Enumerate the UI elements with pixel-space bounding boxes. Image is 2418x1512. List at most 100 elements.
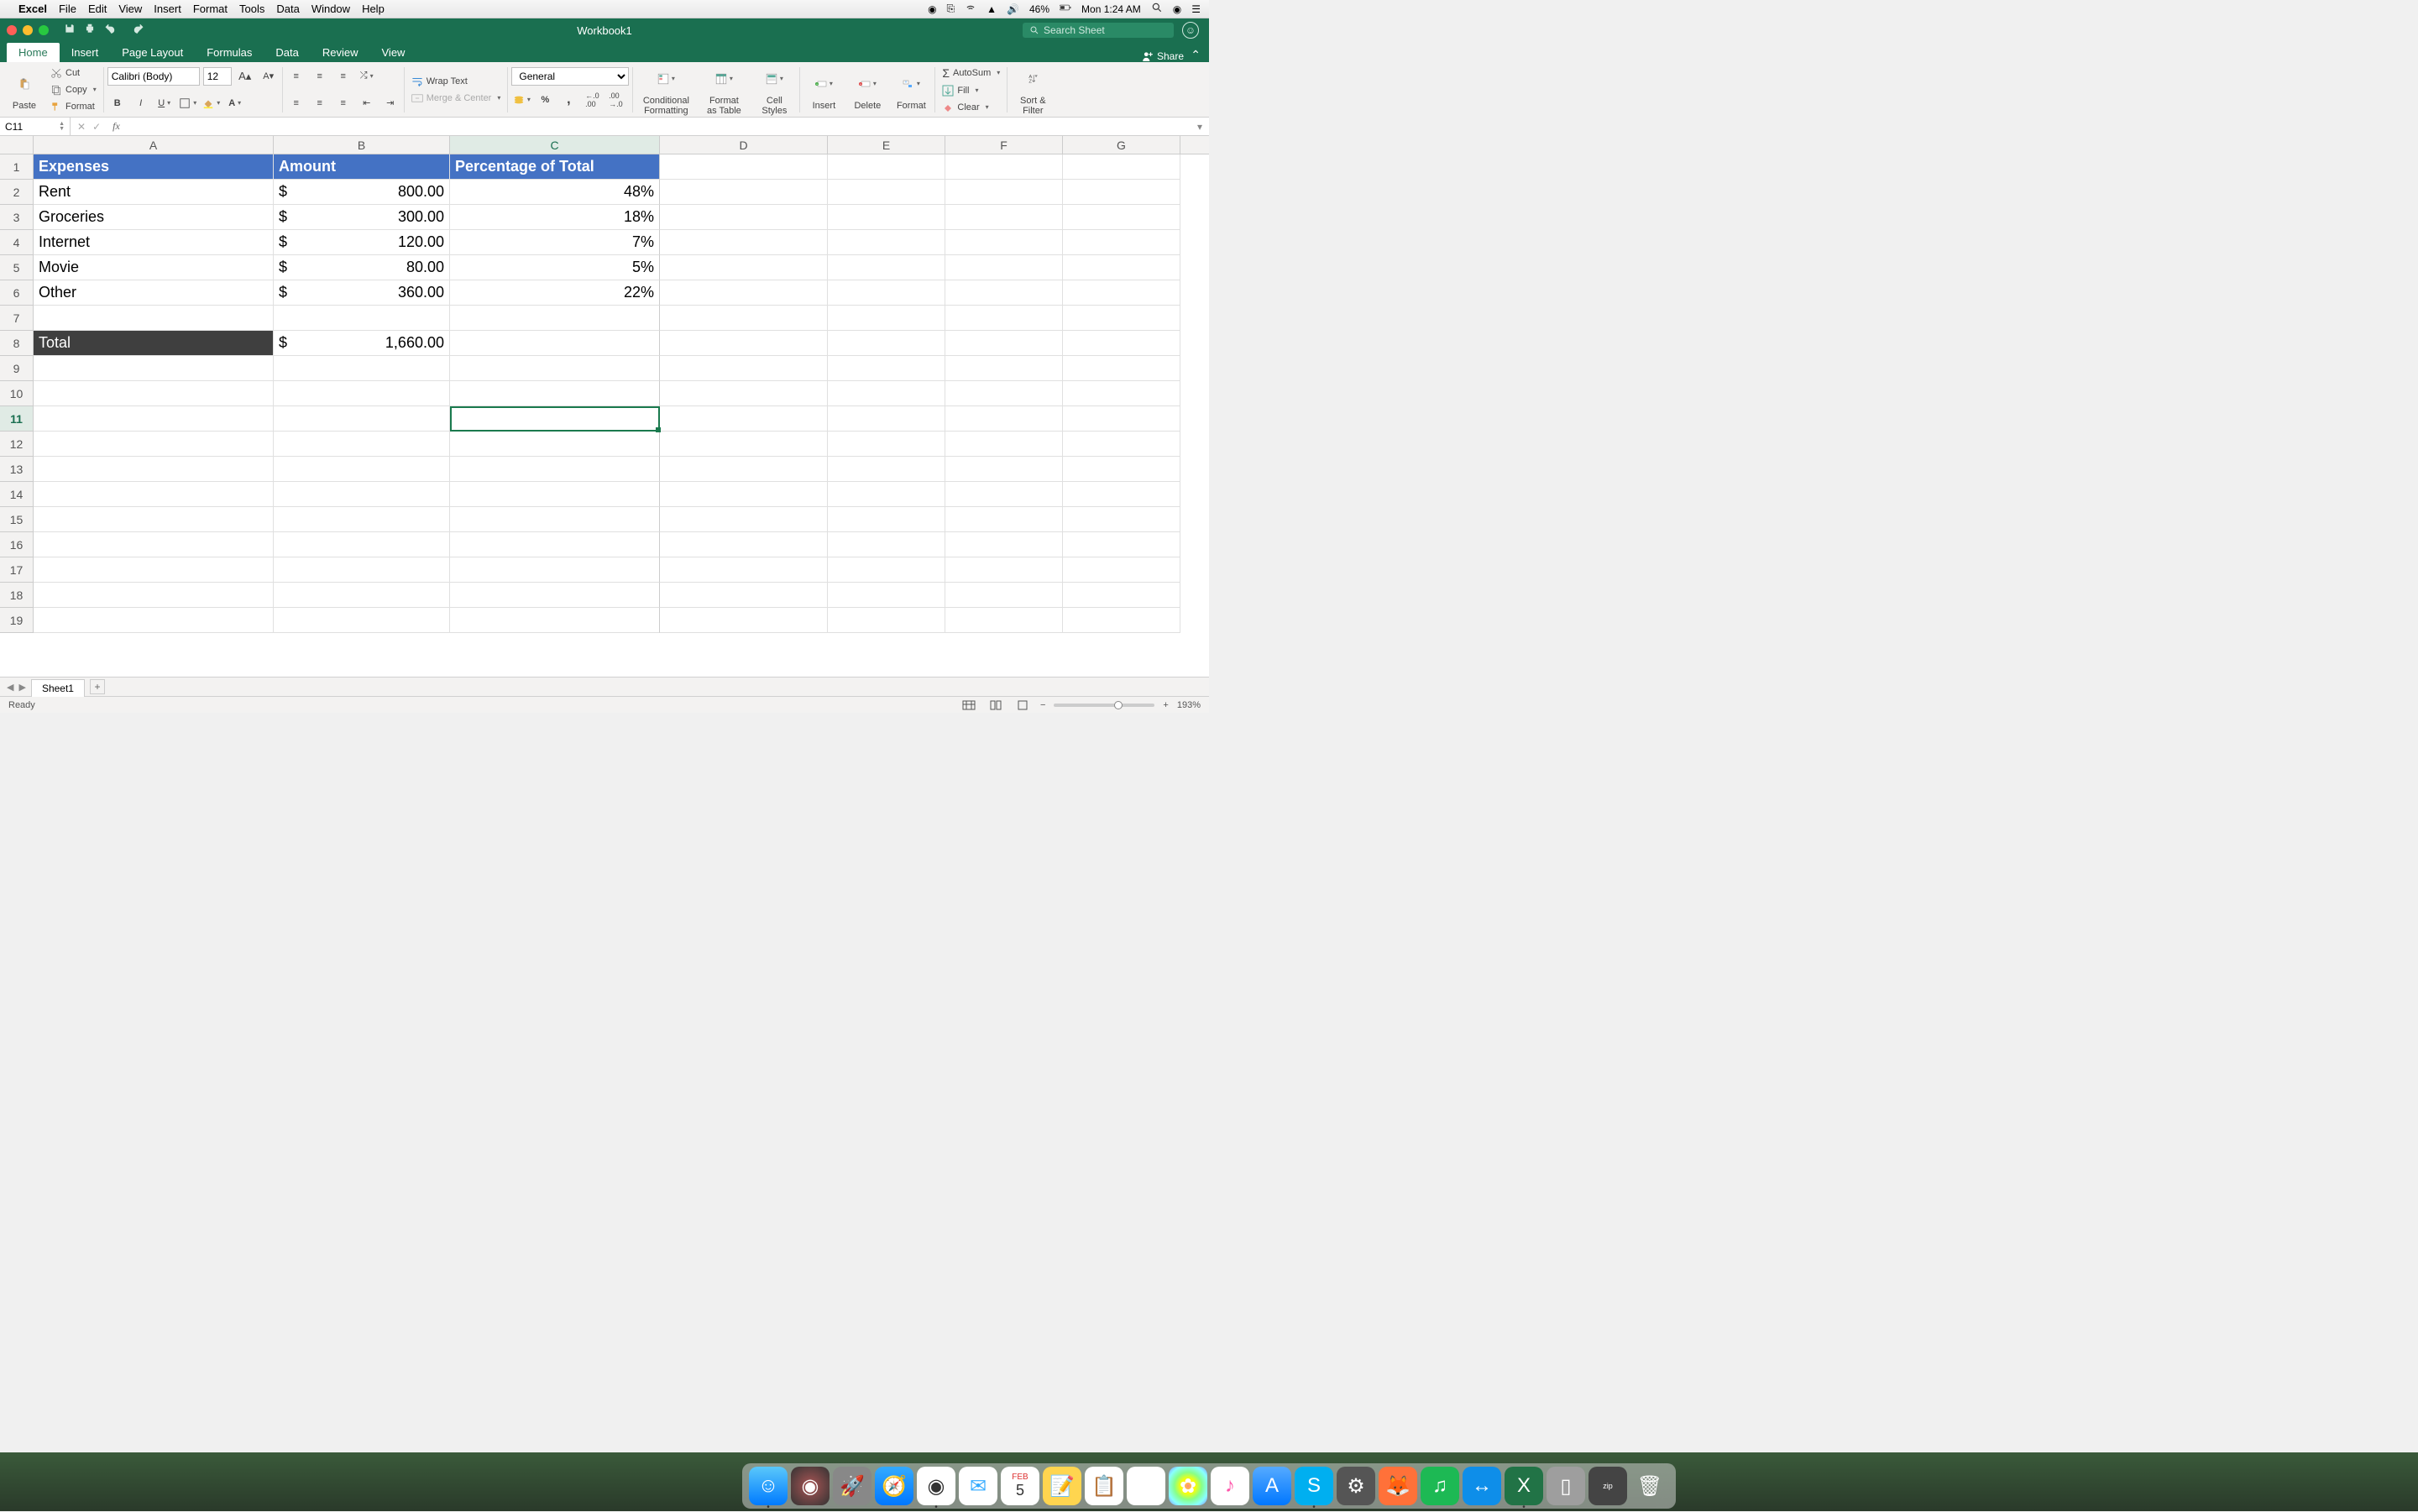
cell-C19[interactable] bbox=[450, 608, 660, 633]
cell-F8[interactable] bbox=[945, 331, 1063, 356]
currency-button[interactable] bbox=[511, 91, 531, 109]
dock-settings[interactable]: ⚙ bbox=[1337, 1467, 1375, 1505]
cell-B10[interactable] bbox=[274, 381, 450, 406]
cell-G12[interactable] bbox=[1063, 432, 1180, 457]
row-header-19[interactable]: 19 bbox=[0, 608, 34, 633]
clear-button[interactable]: Clear bbox=[939, 100, 1003, 115]
notification-icon[interactable]: ☰ bbox=[1191, 3, 1201, 15]
cell-D16[interactable] bbox=[660, 532, 828, 557]
dock-skype[interactable]: S bbox=[1295, 1467, 1333, 1505]
cell-F3[interactable] bbox=[945, 205, 1063, 230]
cell-E15[interactable] bbox=[828, 507, 945, 532]
sheet-nav-next[interactable]: ▶ bbox=[18, 682, 25, 693]
menu-tools[interactable]: Tools bbox=[239, 3, 264, 15]
row-header-5[interactable]: 5 bbox=[0, 255, 34, 280]
menu-view[interactable]: View bbox=[118, 3, 142, 15]
cell-D14[interactable] bbox=[660, 482, 828, 507]
cell-G4[interactable] bbox=[1063, 230, 1180, 255]
cell-F16[interactable] bbox=[945, 532, 1063, 557]
share-button[interactable]: Share bbox=[1142, 50, 1184, 62]
cell-A9[interactable] bbox=[34, 356, 274, 381]
cell-A6[interactable]: Other bbox=[34, 280, 274, 306]
align-right-button[interactable]: ≡ bbox=[333, 94, 353, 112]
cell-A13[interactable] bbox=[34, 457, 274, 482]
cell-B11[interactable] bbox=[274, 406, 450, 432]
underline-button[interactable]: U bbox=[154, 94, 175, 112]
cell-D19[interactable] bbox=[660, 608, 828, 633]
cell-F18[interactable] bbox=[945, 583, 1063, 608]
cell-B9[interactable] bbox=[274, 356, 450, 381]
copy-button[interactable]: Copy bbox=[47, 82, 100, 97]
comma-button[interactable]: , bbox=[558, 91, 578, 109]
spreadsheet-grid[interactable]: A B C D E F G 12345678910111213141516171… bbox=[0, 136, 1209, 677]
font-name-combo[interactable] bbox=[107, 67, 200, 86]
paste-button[interactable] bbox=[10, 69, 39, 99]
increase-font-button[interactable]: A▴ bbox=[235, 67, 255, 86]
cell-E19[interactable] bbox=[828, 608, 945, 633]
app-name[interactable]: Excel bbox=[18, 3, 47, 15]
cell-G17[interactable] bbox=[1063, 557, 1180, 583]
cell-B15[interactable] bbox=[274, 507, 450, 532]
align-left-button[interactable]: ≡ bbox=[286, 94, 306, 112]
cloud-icon[interactable]: ◉ bbox=[928, 3, 936, 15]
align-bottom-button[interactable]: ≡ bbox=[333, 67, 353, 86]
row-header-12[interactable]: 12 bbox=[0, 432, 34, 457]
cell-E11[interactable] bbox=[828, 406, 945, 432]
menu-edit[interactable]: Edit bbox=[88, 3, 107, 15]
cell-D6[interactable] bbox=[660, 280, 828, 306]
siri-icon[interactable]: ◉ bbox=[1173, 3, 1181, 15]
volume-icon[interactable]: 🔊 bbox=[1007, 3, 1019, 15]
battery-icon[interactable] bbox=[1060, 2, 1071, 16]
col-header-g[interactable]: G bbox=[1063, 136, 1180, 154]
dock-spotify[interactable]: ♫ bbox=[1421, 1467, 1459, 1505]
cell-G16[interactable] bbox=[1063, 532, 1180, 557]
dock-editor[interactable]: ▯ bbox=[1547, 1467, 1585, 1505]
dock-photos[interactable]: ✿ bbox=[1169, 1467, 1207, 1505]
cell-F15[interactable] bbox=[945, 507, 1063, 532]
cell-C14[interactable] bbox=[450, 482, 660, 507]
menu-format[interactable]: Format bbox=[193, 3, 228, 15]
cell-G8[interactable] bbox=[1063, 331, 1180, 356]
bold-button[interactable]: B bbox=[107, 94, 128, 112]
zoom-level[interactable]: 193% bbox=[1177, 700, 1201, 710]
page-layout-view-button[interactable] bbox=[987, 698, 1005, 712]
collapse-ribbon-button[interactable]: ⌃ bbox=[1191, 48, 1201, 62]
cell-C9[interactable] bbox=[450, 356, 660, 381]
row-header-1[interactable]: 1 bbox=[0, 154, 34, 180]
cell-B1[interactable]: Amount bbox=[274, 154, 450, 180]
cell-G10[interactable] bbox=[1063, 381, 1180, 406]
increase-decimal-button[interactable]: ←.0.00 bbox=[582, 91, 602, 109]
cell-E17[interactable] bbox=[828, 557, 945, 583]
display-icon[interactable]: ▲ bbox=[987, 3, 997, 15]
cell-B2[interactable]: $800.00 bbox=[274, 180, 450, 205]
dock-siri[interactable]: ◉ bbox=[791, 1467, 830, 1505]
cell-B12[interactable] bbox=[274, 432, 450, 457]
cell-G6[interactable] bbox=[1063, 280, 1180, 306]
dock-finder[interactable]: ☺ bbox=[749, 1467, 788, 1505]
cell-G2[interactable] bbox=[1063, 180, 1180, 205]
insert-cells-button[interactable]: + bbox=[809, 69, 839, 99]
cell-E9[interactable] bbox=[828, 356, 945, 381]
cell-C1[interactable]: Percentage of Total bbox=[450, 154, 660, 180]
cell-F17[interactable] bbox=[945, 557, 1063, 583]
cell-G19[interactable] bbox=[1063, 608, 1180, 633]
cell-G18[interactable] bbox=[1063, 583, 1180, 608]
cell-C4[interactable]: 7% bbox=[450, 230, 660, 255]
orientation-button[interactable]: ⤮ bbox=[357, 67, 377, 86]
cell-G11[interactable] bbox=[1063, 406, 1180, 432]
delete-cells-button[interactable]: × bbox=[852, 69, 882, 99]
cell-C12[interactable] bbox=[450, 432, 660, 457]
col-header-c[interactable]: C bbox=[450, 136, 660, 154]
tab-review[interactable]: Review bbox=[311, 43, 370, 62]
cell-G1[interactable] bbox=[1063, 154, 1180, 180]
dock-reminders[interactable]: 📋 bbox=[1085, 1467, 1123, 1505]
col-header-b[interactable]: B bbox=[274, 136, 450, 154]
cell-G14[interactable] bbox=[1063, 482, 1180, 507]
cell-A17[interactable] bbox=[34, 557, 274, 583]
cell-E13[interactable] bbox=[828, 457, 945, 482]
cell-F11[interactable] bbox=[945, 406, 1063, 432]
fill-button[interactable]: Fill bbox=[939, 83, 1003, 98]
cell-A1[interactable]: Expenses bbox=[34, 154, 274, 180]
tab-insert[interactable]: Insert bbox=[60, 43, 111, 62]
dock-itunes[interactable]: ♪ bbox=[1211, 1467, 1249, 1505]
